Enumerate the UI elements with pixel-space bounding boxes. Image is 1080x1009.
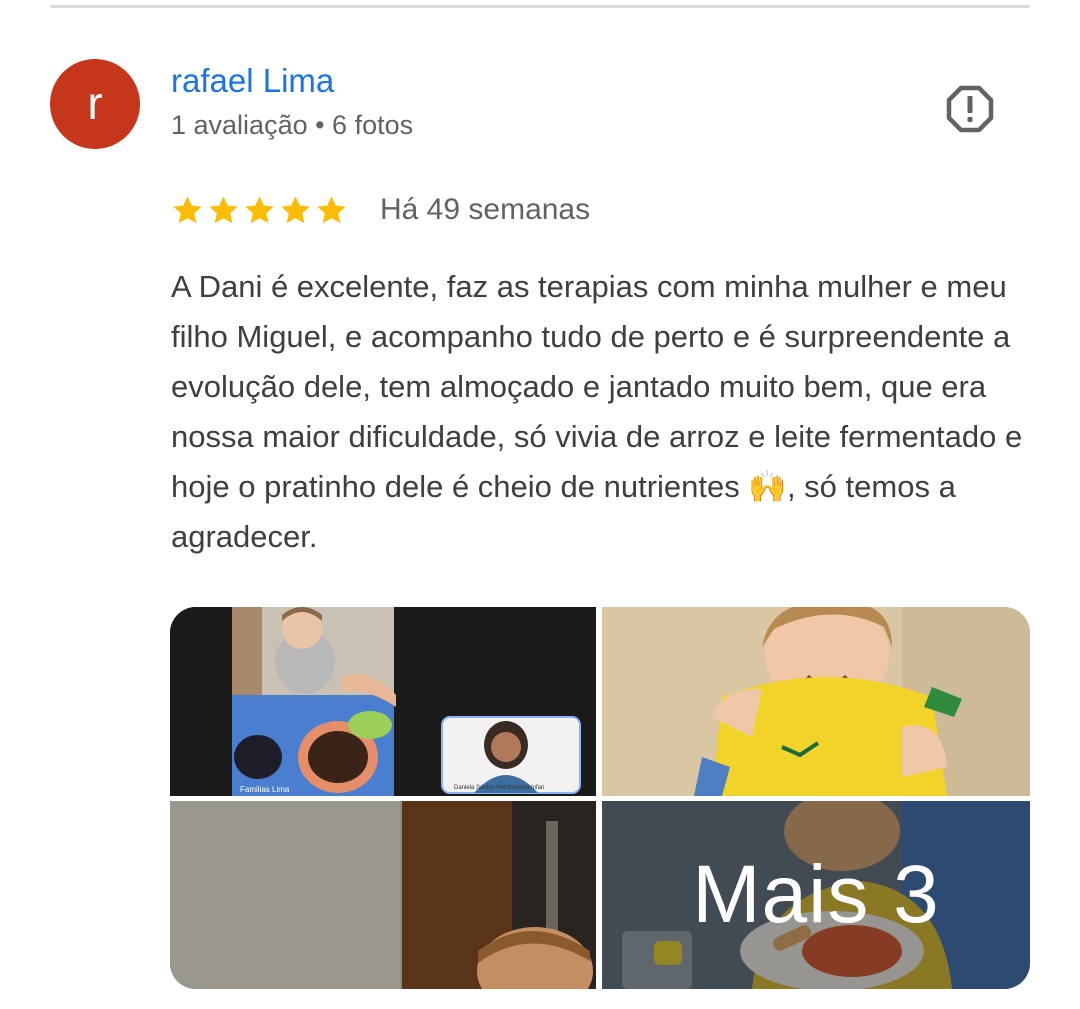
avatar[interactable]: r [50, 59, 140, 149]
video-call-caption-left: Familias Lima [240, 785, 290, 794]
child-yellow-shirt-photo-art [602, 607, 1030, 796]
report-flag-icon [946, 85, 994, 133]
video-call-caption-right: Daniela Santos Nutricionista Infan [454, 785, 544, 791]
review-card: r rafael Lima 1 avaliação • 6 fotos Há 4… [0, 0, 1080, 1009]
author-name-link[interactable]: rafael Lima [171, 62, 334, 100]
star-icon [209, 195, 238, 223]
divider [50, 5, 1030, 8]
star-icon [245, 195, 274, 223]
review-photo-video-call[interactable]: Familias Lima Daniela Santos Nutricionis… [170, 607, 596, 796]
star-icon [173, 195, 202, 223]
video-call-photo-art: Familias Lima Daniela Santos Nutricionis… [170, 607, 596, 796]
review-text: A Dani é excelente, faz as terapias com … [171, 269, 1023, 554]
more-photos-label: Mais 3 [692, 849, 940, 940]
avatar-initial: r [87, 77, 103, 129]
star-icon [281, 195, 310, 223]
star-rating [171, 194, 348, 227]
review-photo-child-yellow-shirt[interactable] [602, 607, 1030, 796]
review-photo-more[interactable]: Mais 3 [602, 801, 1030, 989]
author-meta: 1 avaliação • 6 fotos [171, 110, 414, 140]
review-photo-child-doorway[interactable] [170, 801, 596, 989]
report-review-button[interactable] [944, 83, 996, 135]
photo-grid: Familias Lima Daniela Santos Nutricionis… [170, 607, 1030, 989]
child-doorway-photo-art [170, 801, 596, 989]
star-icon [317, 195, 346, 223]
more-photos-overlay[interactable]: Mais 3 [602, 801, 1030, 989]
rating-row: Há 49 semanas [171, 190, 590, 230]
review-date: Há 49 semanas [380, 193, 591, 226]
